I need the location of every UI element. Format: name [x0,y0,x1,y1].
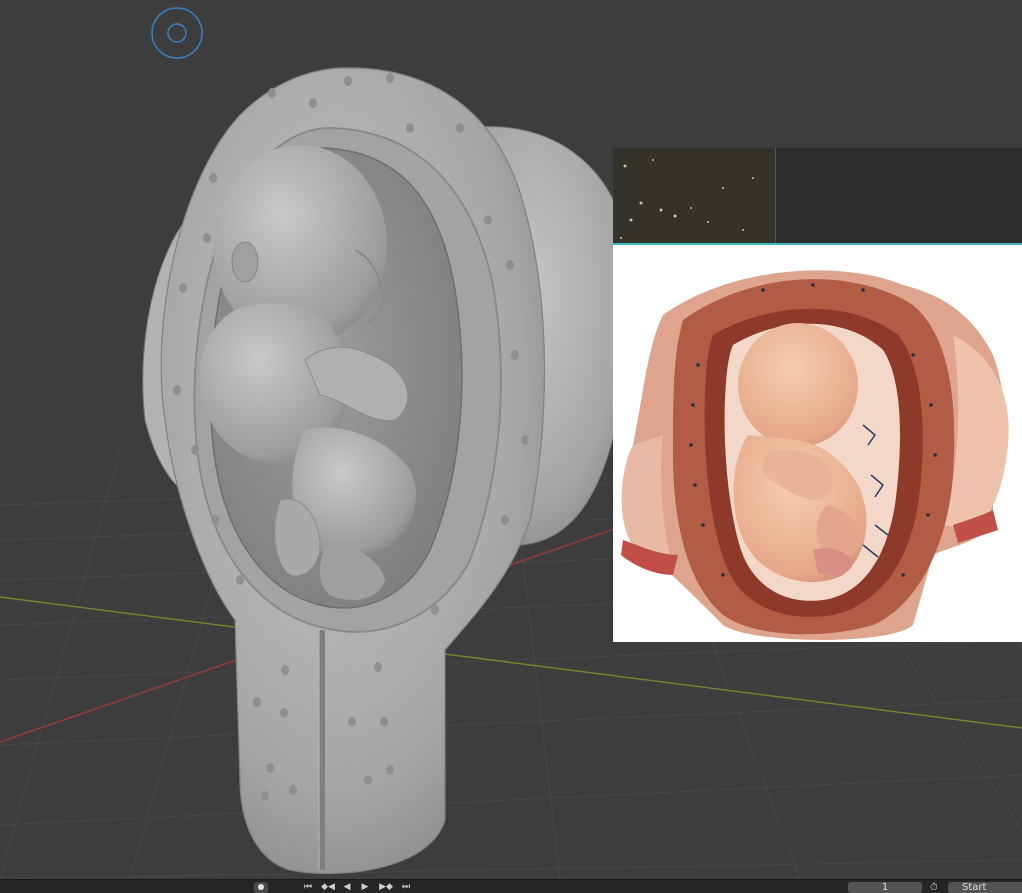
reference-thumbnail [613,148,776,244]
uterus-model[interactable] [142,67,632,875]
reference-photo [613,245,1022,642]
jump-start-icon[interactable]: ⏮ [300,882,316,893]
play-icon[interactable]: ▶ [358,882,372,893]
keyframe-prev-icon[interactable]: ◆◀ [318,882,338,893]
keyframe-next-icon[interactable]: ▶◆ [376,882,396,893]
timeline-bar: ⏮ ◆◀ ◀ ▶ ▶◆ ⏭ 1 ⏱ Start [0,879,1022,893]
reference-strip [613,148,1022,244]
blender-window: ⏮ ◆◀ ◀ ▶ ▶◆ ⏭ 1 ⏱ Start [0,0,1022,893]
3d-viewport[interactable] [0,0,1022,879]
jump-end-icon[interactable]: ⏭ [398,882,414,893]
current-frame-field[interactable]: 1 [848,882,922,893]
record-icon[interactable] [254,882,268,893]
play-reverse-icon[interactable]: ◀ [340,882,354,893]
stopwatch-icon[interactable]: ⏱ [930,881,944,893]
reference-image-panel[interactable] [613,148,1022,642]
viewport-gizmo-icon[interactable] [151,7,203,59]
start-frame-field[interactable]: Start [948,882,1022,893]
